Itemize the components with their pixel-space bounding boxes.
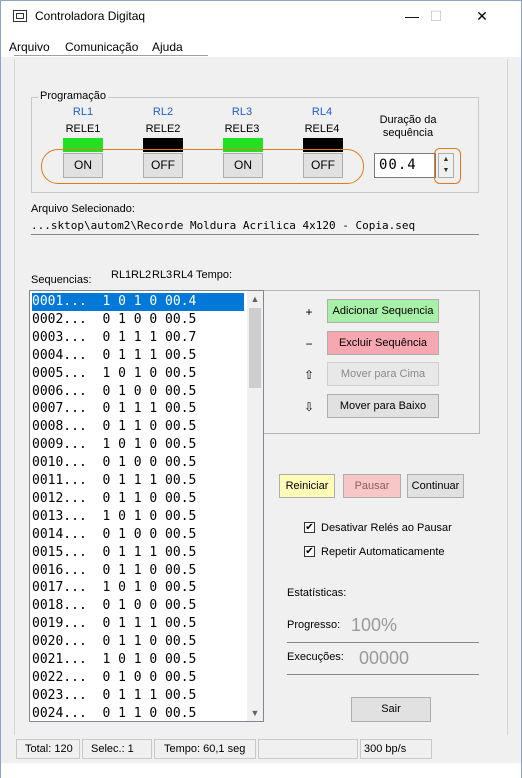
sequence-row[interactable]: 0023... 0 1 1 1 00.5 [32,687,244,705]
sequence-row[interactable]: 0006... 0 1 0 0 00.5 [32,383,244,401]
sequence-row[interactable]: 0016... 0 1 1 0 00.5 [32,562,244,580]
programacao-title: Programação [38,90,109,102]
sequence-row[interactable]: 0007... 0 1 1 1 00.5 [32,400,244,418]
runs-divider [287,674,479,675]
continue-button[interactable]: Continuar [407,474,464,498]
rele1-label: RELE1 [65,123,101,135]
status-bar: Total: 120 Selec.: 1 Tempo: 60,1 seg 300… [14,737,508,761]
sequence-row[interactable]: 0002... 0 1 0 0 00.5 [32,311,244,329]
scroll-thumb[interactable] [249,308,261,388]
menu-divider [14,55,208,56]
menu-ajuda[interactable]: Ajuda [152,40,183,54]
auto-repeat-checkbox[interactable]: ✔ [304,546,315,557]
sequence-row[interactable]: 0009... 1 0 1 0 00.5 [32,436,244,454]
col-header-rl4: RL4 [173,269,194,281]
pause-button[interactable]: Pausar [343,474,401,498]
status-speed: 300 bp/s [360,739,432,759]
rele3-label: RELE3 [224,123,260,135]
progress-label: Progresso: [287,619,341,631]
sequence-row[interactable]: 0018... 0 1 0 0 00.5 [32,597,244,615]
sequence-row[interactable]: 0015... 0 1 1 1 00.5 [32,544,244,562]
arrow-up-icon: ⇧ [303,368,315,382]
rl1-label: RL1 [72,106,94,118]
file-path: ...sktop\autom2\Recorde Moldura Acrilica… [31,219,479,235]
menu-bar: Arquivo Comunicação Ajuda [1,31,521,57]
stats-title: Estatísticas: [287,587,347,599]
sequence-row[interactable]: 0017... 1 0 1 0 00.5 [32,579,244,597]
sequence-row[interactable]: 0011... 0 1 1 1 00.5 [32,472,244,490]
title-bar: Controladora Digitaq — ☐ ✕ [1,1,521,31]
delete-sequence-button[interactable]: Excluir Sequência [327,331,439,355]
arrow-down-icon: ⇩ [303,400,315,414]
sequence-row[interactable]: 0024... 0 1 1 0 00.5 [32,705,244,721]
maximize-button[interactable]: ☐ [413,1,459,31]
sequence-row[interactable]: 0012... 0 1 1 0 00.5 [32,490,244,508]
add-sequence-button[interactable]: Adicionar Sequencia [327,299,439,323]
scroll-up-icon[interactable]: ▲ [247,291,263,307]
sequence-row[interactable]: 0003... 0 1 1 1 00.7 [32,329,244,347]
duration-label: Duração da sequência [379,114,437,139]
spinner-highlight-oval [434,148,461,184]
app-icon [13,10,27,22]
window-bottom-edge [1,763,521,778]
status-selected: Selec.: 1 [82,739,152,759]
duration-input[interactable]: 00.4 [374,153,436,178]
move-up-button[interactable]: Mover para Cima [327,362,439,386]
col-header-rl2: RL2 [131,269,152,281]
sequence-row[interactable]: 0021... 1 0 1 0 00.5 [32,651,244,669]
add-icon: + [305,305,313,319]
file-label: Arquivo Selecionado: [31,203,135,215]
rl2-label: RL2 [152,106,174,118]
auto-repeat-label: Repetir Automaticamente [321,546,445,558]
sequence-row[interactable]: 0019... 0 1 1 1 00.5 [32,615,244,633]
progress-divider [287,642,479,643]
runs-label: Execuções: [287,651,344,663]
sequence-row[interactable]: 0004... 0 1 1 1 00.5 [32,347,244,365]
status-time: Tempo: 60,1 seg [154,739,256,759]
col-header-rl3: RL3 [152,269,173,281]
sequence-row[interactable]: 0020... 0 1 1 0 00.5 [32,633,244,651]
sequence-row[interactable]: 0014... 0 1 0 0 00.5 [32,526,244,544]
disable-relays-checkbox[interactable]: ✔ [304,522,315,533]
relay-highlight-oval [41,149,364,184]
exit-button[interactable]: Sair [351,697,431,722]
rl4-label: RL4 [311,106,333,118]
status-empty [258,739,358,759]
sequence-row[interactable]: 0008... 0 1 1 0 00.5 [32,418,244,436]
rl3-label: RL3 [231,106,253,118]
main-window: Controladora Digitaq — ☐ ✕ Arquivo Comun… [0,0,522,778]
runs-value: 00000 [359,648,410,668]
rele2-label: RELE2 [145,123,181,135]
sequence-row[interactable]: 0005... 1 0 1 0 00.5 [32,365,244,383]
disable-relays-label: Desativar Relés ao Pausar [321,522,452,534]
sequence-row[interactable]: 0013... 1 0 1 0 00.5 [32,508,244,526]
rele4-label: RELE4 [304,123,340,135]
sequence-row[interactable]: 0022... 0 1 0 0 00.5 [32,669,244,687]
progress-value: 100% [351,615,398,635]
sequence-row[interactable]: 0001... 1 0 1 0 00.4 [31,292,245,312]
sequence-listbox[interactable]: 0024... 0 1 1 0 00.5 0023... 0 1 1 1 00.5… [29,290,264,722]
menu-arquivo[interactable]: Arquivo [9,40,50,54]
menu-comunicacao[interactable]: Comunicação [65,40,138,54]
move-down-button[interactable]: Mover para Baixo [327,394,439,418]
window-title: Controladora Digitaq [35,9,146,23]
col-header-rl1: RL1 [111,269,132,281]
sequence-scrollbar[interactable]: ▲ ▼ [247,291,263,721]
status-total: Total: 120 [16,739,80,759]
col-header-tempo: Tempo: [196,269,233,281]
close-button[interactable]: ✕ [459,1,505,31]
scroll-down-icon[interactable]: ▼ [247,705,263,721]
restart-button[interactable]: Reiniciar [279,474,335,498]
remove-icon: − [305,337,313,351]
sequences-label: Sequencias: [31,274,92,286]
sequence-row[interactable]: 0010... 0 1 0 0 00.5 [32,454,244,472]
